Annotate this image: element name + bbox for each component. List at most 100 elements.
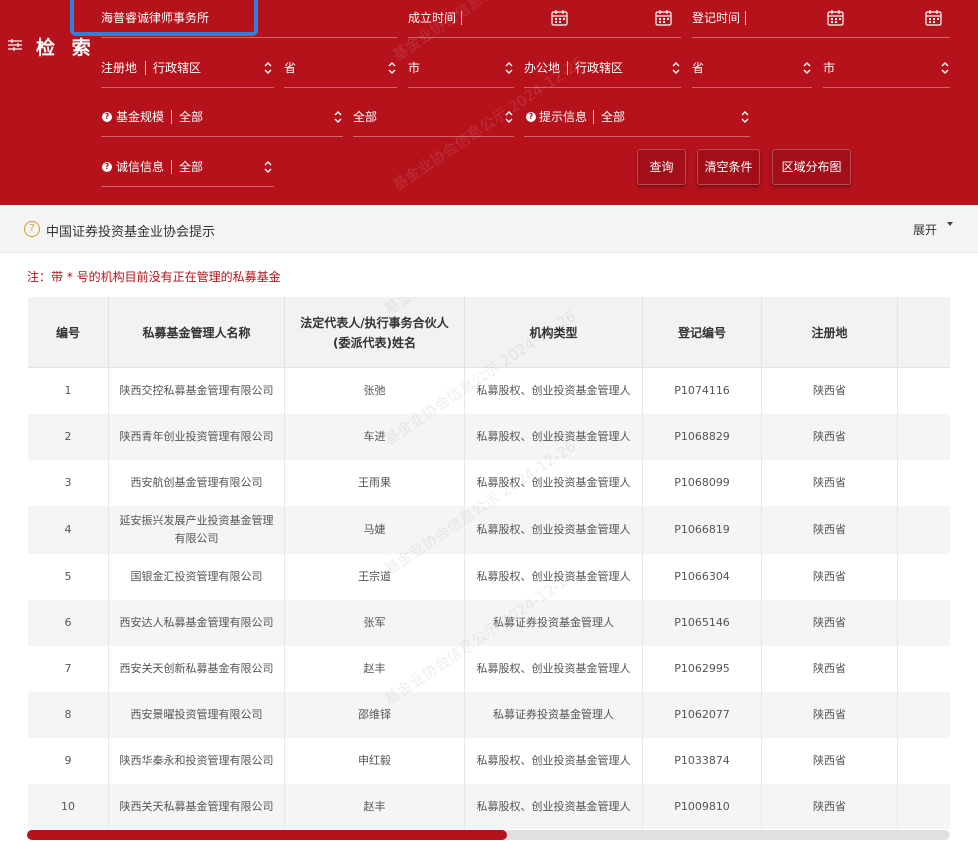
prompt-info-select[interactable]: 全部 [601, 109, 625, 125]
cell-reg-no: P1009810 [643, 784, 762, 829]
header-representative-line2: (委派代表)姓名 [333, 335, 416, 350]
question-icon: ? [24, 221, 40, 237]
cell-name: 国银金汇投资管理有限公司 [109, 554, 285, 600]
select-arrows-icon[interactable] [802, 60, 812, 76]
separator [593, 110, 594, 124]
header-reg-place: 注册地 [762, 297, 898, 368]
filter-icon[interactable] [8, 39, 22, 51]
table-row[interactable]: 9 陕西华秦永和投资管理有限公司 申红毅 私募股权、创业投资基金管理人 P1033874… [28, 738, 950, 784]
table-row[interactable]: 4 延安振兴发展产业投资基金管理有限公司 马婕 私募股权、创业投资基金管理人 P1066… [28, 506, 950, 554]
calendar-icon[interactable] [551, 9, 568, 26]
prompt-info-underline [524, 136, 750, 137]
table-row[interactable]: 1 陕西交控私募基金管理有限公司 张弛 私募股权、创业投资基金管理人 P1074116 陕… [28, 368, 950, 414]
clear-conditions-button[interactable]: 清空条件 [697, 149, 760, 185]
office-district-select[interactable]: 行政辖区 [575, 60, 623, 76]
table-row[interactable]: 5 国银金汇投资管理有限公司 王宗道 私募股权、创业投资基金管理人 P1066304 陕西… [28, 554, 950, 600]
table-row[interactable]: 10 陕西关天私募基金管理有限公司 赵丰 私募股权、创业投资基金管理人 P1009810… [28, 784, 950, 829]
cell-reg-place: 陕西省 [762, 738, 898, 784]
separator [171, 110, 172, 124]
search-panel: 基金业协会信息公示 2024-12-26 基金业协会信息公示 2024-12-2… [0, 0, 978, 205]
fund-size-label: 基金规模 [116, 110, 165, 124]
notice-title: 中国证券投资基金业协会提示 [46, 225, 216, 240]
credit-info-select[interactable]: 全部 [179, 159, 203, 175]
header-name: 私募基金管理人名称 [109, 297, 285, 368]
cell-reg-no: P1062077 [643, 692, 762, 738]
office-label: 办公地 [524, 61, 561, 75]
cell-type: 私募股权、创业投资基金管理人 [465, 506, 643, 554]
region-distribution-button[interactable]: 区域分布图 [772, 149, 851, 185]
reg-city-select[interactable]: 市 [408, 60, 420, 76]
cell-reg-no: P1065146 [643, 600, 762, 646]
cell-rep: 车进 [285, 414, 465, 460]
separator [567, 61, 568, 75]
cell-empty [898, 554, 950, 600]
registered-date-label: 登记时间 [692, 11, 741, 25]
office-city-select[interactable]: 市 [823, 60, 835, 76]
keyword-highlight [70, 0, 258, 36]
header-next [898, 297, 950, 368]
fund-size-secondary-select[interactable]: 全部 [353, 109, 377, 125]
cell-empty [898, 368, 950, 414]
select-arrows-icon[interactable] [504, 109, 514, 125]
header-type: 机构类型 [465, 297, 643, 368]
cell-rep: 赵丰 [285, 646, 465, 692]
cell-rep: 马婕 [285, 506, 465, 554]
select-arrows-icon[interactable] [504, 60, 514, 76]
help-icon[interactable]: ? [526, 112, 536, 122]
table-row[interactable]: 8 西安景曜投资管理有限公司 邵维铎 私募证券投资基金管理人 P1062077 陕西省 [28, 692, 950, 738]
cell-type: 私募股权、创业投资基金管理人 [465, 784, 643, 829]
reg-province-select[interactable]: 省 [284, 60, 296, 76]
calendar-icon[interactable] [655, 9, 672, 26]
expand-toggle[interactable]: 展开 [913, 221, 937, 238]
cell-index: 1 [28, 368, 109, 414]
select-arrows-icon[interactable] [740, 109, 750, 125]
cell-name: 西安关天创新私募基金有限公司 [109, 646, 285, 692]
cell-type: 私募证券投资基金管理人 [465, 692, 643, 738]
office-province-underline [692, 87, 812, 88]
cell-index: 2 [28, 414, 109, 460]
office-district-underline [524, 87, 681, 88]
footnote: 注：带 * 号的机构目前没有正在管理的私募基金 [27, 270, 281, 284]
table-row[interactable]: 2 陕西青年创业投资管理有限公司 车进 私募股权、创业投资基金管理人 P1068829 陕… [28, 414, 950, 460]
select-arrows-icon[interactable] [940, 60, 950, 76]
table-row[interactable]: 3 西安航创基金管理有限公司 王雨果 私募股权、创业投资基金管理人 P1068099 陕西… [28, 460, 950, 506]
query-button[interactable]: 查询 [637, 149, 686, 185]
cell-name: 陕西华秦永和投资管理有限公司 [109, 738, 285, 784]
help-icon[interactable]: ? [102, 112, 112, 122]
office-province-select[interactable]: 省 [692, 60, 704, 76]
select-arrows-icon[interactable] [387, 60, 397, 76]
horizontal-scrollbar[interactable] [27, 830, 950, 840]
reg-district-select[interactable]: 行政辖区 [153, 60, 201, 76]
calendar-icon[interactable] [925, 9, 942, 26]
separator [745, 11, 746, 25]
select-arrows-icon[interactable] [333, 109, 343, 125]
cell-reg-no: P1066304 [643, 554, 762, 600]
select-arrows-icon[interactable] [671, 60, 681, 76]
calendar-icon[interactable] [827, 9, 844, 26]
fund-size-underline [101, 136, 343, 137]
cell-empty [898, 600, 950, 646]
help-icon[interactable]: ? [102, 162, 112, 172]
cell-index: 9 [28, 738, 109, 784]
cell-type: 私募股权、创业投资基金管理人 [465, 414, 643, 460]
fund-size-select[interactable]: 全部 [179, 109, 203, 125]
cell-reg-place: 陕西省 [762, 646, 898, 692]
cell-name: 陕西关天私募基金管理有限公司 [109, 784, 285, 829]
cell-reg-no: P1062995 [643, 646, 762, 692]
cell-reg-no: P1033874 [643, 738, 762, 784]
separator [461, 11, 462, 25]
scrollbar-thumb[interactable] [27, 830, 507, 840]
cell-rep: 赵丰 [285, 784, 465, 829]
search-title: 检 索 [36, 37, 96, 59]
cell-type: 私募股权、创业投资基金管理人 [465, 368, 643, 414]
cell-empty [898, 738, 950, 784]
cell-rep: 张弛 [285, 368, 465, 414]
table-row[interactable]: 6 西安达人私募基金管理有限公司 张军 私募证券投资基金管理人 P1065146 陕西省 [28, 600, 950, 646]
table-row[interactable]: 7 西安关天创新私募基金有限公司 赵丰 私募股权、创业投资基金管理人 P1062995 陕… [28, 646, 950, 692]
cell-reg-place: 陕西省 [762, 600, 898, 646]
caret-down-icon[interactable] [947, 222, 953, 226]
cell-empty [898, 506, 950, 554]
cell-reg-place: 陕西省 [762, 692, 898, 738]
select-arrows-icon[interactable] [263, 60, 273, 76]
select-arrows-icon[interactable] [263, 159, 273, 175]
